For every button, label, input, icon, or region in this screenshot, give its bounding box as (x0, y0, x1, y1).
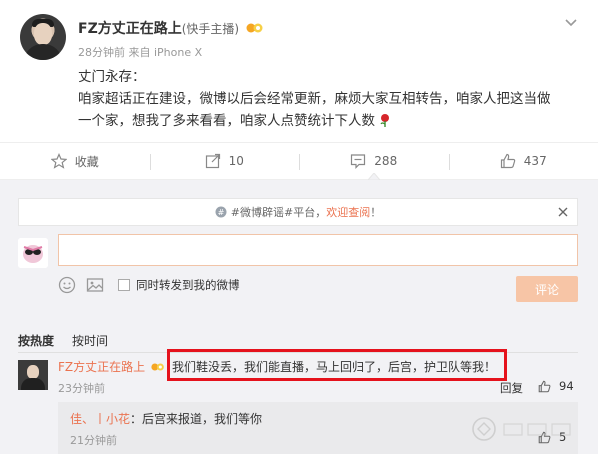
post-line: 一个家，想我了多来看看，咱家人点赞统计下人数 (78, 110, 588, 132)
highlight-box (167, 349, 507, 381)
comment-user[interactable]: FZ方丈正在路上 (58, 360, 165, 374)
sub-reply-body: ：后宫来报道，我们等你 (130, 412, 263, 426)
star-icon (50, 153, 67, 169)
sub-reply-text: 佳、丨小花：后宫来报道，我们等你 (70, 410, 262, 427)
thumbs-up-icon (538, 380, 551, 392)
weibo-post-page: FZ方丈正在路上(快手主播) 28分钟前 来自 iPhone X 丈门永存： 咱… (0, 0, 598, 454)
favorite-label: 收藏 (74, 154, 99, 169)
my-avatar (18, 238, 48, 268)
share-icon (205, 153, 220, 169)
post-action-bar: 收藏 10 288 437 (0, 142, 598, 180)
rose-emoji-icon (380, 114, 390, 127)
sort-by-time[interactable]: 按时间 (72, 332, 108, 349)
rumor-notice: # #微博辟谣#平台， 欢迎查阅！ (18, 198, 578, 226)
comment-composer: # #微博辟谣#平台， 欢迎查阅！ 同时转发到我的微博 评论 (0, 180, 598, 322)
emoji-icon[interactable] (58, 276, 76, 294)
active-tab-caret (368, 173, 380, 180)
sort-tabs: 按热度 按时间 (18, 332, 126, 349)
author-avatar[interactable] (20, 14, 66, 60)
comment-like-button[interactable]: 94 (538, 379, 574, 393)
post-author-name[interactable]: FZ方丈正在路上 (78, 21, 182, 37)
comment-input[interactable] (58, 234, 578, 266)
post-line: 丈门永存： (78, 69, 146, 85)
commenter-avatar[interactable] (18, 360, 48, 390)
post-time[interactable]: 28分钟前 (78, 46, 125, 59)
thumbs-up-icon (500, 153, 516, 169)
repost-button[interactable]: 10 (149, 143, 300, 179)
comment-time: 23分钟前 (58, 382, 105, 395)
member-badge-icon (246, 23, 263, 33)
post-author[interactable]: FZ方丈正在路上(快手主播) (78, 18, 264, 38)
favorite-button[interactable]: 收藏 (0, 143, 150, 179)
notice-suffix: ！ (370, 206, 382, 219)
composer-tools: 同时转发到我的微博 (58, 276, 240, 294)
chevron-down-icon[interactable] (564, 16, 578, 30)
hashtag-icon: # (215, 206, 227, 218)
repost-checkbox-label[interactable]: 同时转发到我的微博 (136, 277, 240, 293)
image-icon[interactable] (86, 276, 104, 294)
member-badge-icon (151, 363, 164, 371)
like-button[interactable]: 437 (448, 143, 598, 179)
post-meta: 28分钟前 来自 iPhone X (78, 44, 202, 60)
comment-icon (351, 154, 366, 169)
post-line: 咱家超话正在建设，微博以后会经常更新，麻烦大家互相转告，咱家人把这当做 (78, 91, 551, 107)
svg-text:#: # (217, 208, 224, 217)
watermark-logo (470, 414, 592, 444)
repost-count: 10 (228, 154, 244, 168)
submit-comment-button[interactable]: 评论 (516, 276, 578, 302)
sub-reply-time: 21分钟前 (70, 434, 117, 447)
notice-text: #微博辟谣#平台， (230, 206, 327, 219)
reply-button[interactable]: 回复 (500, 380, 523, 396)
comment-header: FZ方丈正在路上 (58, 358, 165, 375)
comments-list: 按热度 按时间 FZ方丈正在路上 我们鞋没丢，我们能直播，马上回归了，后宫，护卫… (0, 322, 598, 454)
repost-checkbox[interactable] (118, 279, 130, 291)
notice-link[interactable]: 欢迎查阅 (326, 204, 370, 220)
post-source: 来自 iPhone X (128, 46, 203, 59)
sort-by-hot[interactable]: 按热度 (18, 332, 54, 349)
post-content: 丈门永存： 咱家超话正在建设，微博以后会经常更新，麻烦大家互相转告，咱家人把这当… (78, 66, 588, 132)
close-icon[interactable] (557, 206, 569, 218)
like-count: 437 (523, 154, 547, 168)
sub-reply-user[interactable]: 佳、丨小花 (70, 412, 130, 426)
comment-like-count: 94 (559, 379, 574, 393)
post-author-role: (快手主播) (181, 22, 240, 36)
post-card: FZ方丈正在路上(快手主播) 28分钟前 来自 iPhone X 丈门永存： 咱… (0, 0, 598, 142)
comment-count: 288 (374, 154, 398, 168)
